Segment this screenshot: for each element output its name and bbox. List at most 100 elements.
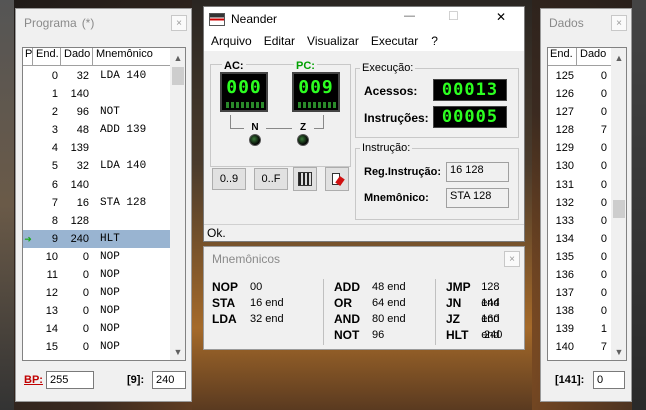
- table-row[interactable]: 4 139: [23, 139, 170, 157]
- row-dado: 0: [600, 250, 607, 263]
- calculator-icon[interactable]: [293, 167, 317, 191]
- table-row[interactable]: 6 140: [23, 176, 170, 194]
- menu-visualizar[interactable]: Visualizar: [307, 34, 359, 48]
- table-row[interactable]: 3 48 ADD 139: [23, 121, 170, 139]
- pc-label: PC:: [294, 60, 317, 72]
- header-end[interactable]: End.: [33, 48, 61, 65]
- menu-help[interactable]: ?: [431, 34, 438, 48]
- dados-scroll-thumb[interactable]: [613, 200, 625, 218]
- table-row[interactable]: 2 96 NOT: [23, 103, 170, 121]
- dados-scrollbar[interactable]: ▲ ▼: [611, 48, 626, 360]
- table-row[interactable]: 0 32 LDA 140: [23, 67, 170, 85]
- z-flag: Z: [292, 121, 314, 147]
- mnemonic-op: JMP: [446, 280, 471, 294]
- row-dado: 139: [70, 142, 89, 155]
- clear-icon[interactable]: [325, 167, 349, 191]
- menu-arquivo[interactable]: Arquivo: [211, 34, 252, 48]
- row-end: 0: [51, 70, 58, 82]
- row-dado: 0: [82, 250, 89, 263]
- scroll-up-icon[interactable]: ▲: [170, 50, 185, 66]
- table-row[interactable]: 7 16 STA 128: [23, 194, 170, 212]
- row-dado: 48: [76, 124, 89, 137]
- row-dado: 0: [82, 287, 89, 300]
- table-row[interactable]: 15 0 NOP: [23, 338, 170, 356]
- programa-window: Programa (*) × P End. Dado Mnemônico 0 32…: [15, 8, 192, 402]
- table-row[interactable]: 5 32 LDA 140: [23, 157, 170, 175]
- mnemonicos-close-button[interactable]: ×: [504, 251, 520, 267]
- table-row[interactable]: 139 1: [548, 320, 611, 338]
- table-row[interactable]: 12 0 NOP: [23, 284, 170, 302]
- z-flag-led-icon: [297, 134, 309, 146]
- table-row[interactable]: 133 0: [548, 212, 611, 230]
- programa-scrollbar[interactable]: ▲ ▼: [170, 48, 185, 360]
- table-row[interactable]: 127 0: [548, 103, 611, 121]
- dados-close-button[interactable]: ×: [611, 15, 627, 31]
- table-row[interactable]: 8 128: [23, 212, 170, 230]
- dados-header-dado[interactable]: Dado: [577, 48, 611, 65]
- table-row[interactable]: 136 0: [548, 266, 611, 284]
- scroll-down-icon[interactable]: ▼: [611, 344, 626, 360]
- dados-header-end[interactable]: End.: [548, 48, 577, 65]
- mnemonicos-titlebar[interactable]: Mnemônicos ×: [204, 247, 524, 271]
- table-row[interactable]: 131 0: [548, 176, 611, 194]
- table-row[interactable]: 1 140: [23, 85, 170, 103]
- row-end: 6: [51, 178, 58, 191]
- row-end: 5: [51, 160, 58, 173]
- scroll-down-icon[interactable]: ▼: [170, 344, 185, 360]
- table-row[interactable]: 11 0 NOP: [23, 266, 170, 284]
- header-mnemonico[interactable]: Mnemônico: [93, 48, 170, 65]
- programa-scroll-thumb[interactable]: [172, 67, 184, 85]
- reg-instrucao-field[interactable]: 16 128: [446, 162, 509, 182]
- hex-button[interactable]: 0..F: [254, 168, 288, 190]
- decimal-button[interactable]: 0..9: [212, 168, 246, 190]
- mnemonico-field[interactable]: STA 128: [446, 188, 509, 208]
- table-row[interactable]: 140 7: [548, 338, 611, 356]
- table-row[interactable]: 132 0: [548, 194, 611, 212]
- maximize-icon[interactable]: ☐: [448, 9, 459, 23]
- table-row[interactable]: 130 0: [548, 157, 611, 175]
- pointer-cell: [23, 176, 33, 194]
- dados-titlebar[interactable]: Dados ×: [541, 9, 631, 37]
- scroll-up-icon[interactable]: ▲: [611, 50, 626, 66]
- minimize-icon[interactable]: —: [404, 10, 415, 22]
- row-dado: 0: [82, 269, 89, 282]
- mnemonico-label: Mnemônico:: [364, 192, 429, 204]
- row-mnemonico: NOP: [100, 269, 120, 282]
- close-icon[interactable]: ✕: [496, 10, 506, 24]
- menu-editar[interactable]: Editar: [264, 34, 295, 48]
- mnemonic-entry: NOP 00: [212, 279, 323, 295]
- mnemonic-code: 16 end: [250, 297, 284, 309]
- table-row[interactable]: 14 0 NOP: [23, 320, 170, 338]
- row-mnemonico: NOP: [100, 250, 120, 263]
- table-row[interactable]: 125 0: [548, 67, 611, 85]
- bp-field[interactable]: [46, 371, 94, 389]
- row-mnemonico: NOP: [100, 323, 120, 336]
- table-row[interactable]: 10 0 NOP: [23, 248, 170, 266]
- dados-position-field[interactable]: [593, 371, 625, 389]
- header-p[interactable]: P: [23, 48, 33, 65]
- mnemonic-code: 128 end: [481, 281, 500, 309]
- row-end: 7: [51, 196, 58, 209]
- table-row[interactable]: 134 0: [548, 230, 611, 248]
- programa-close-button[interactable]: ×: [171, 15, 187, 31]
- header-dado[interactable]: Dado: [61, 48, 93, 65]
- table-row[interactable]: 135 0: [548, 248, 611, 266]
- table-row[interactable]: 13 0 NOP: [23, 302, 170, 320]
- position-field[interactable]: [152, 371, 186, 389]
- row-mnemonico: [93, 176, 170, 194]
- table-row[interactable]: 129 0: [548, 139, 611, 157]
- pointer-cell: [23, 302, 33, 320]
- table-row[interactable]: 137 0: [548, 284, 611, 302]
- pointer-cell: [23, 85, 33, 103]
- programa-titlebar[interactable]: Programa (*) ×: [16, 9, 191, 37]
- table-row[interactable]: 138 0: [548, 302, 611, 320]
- neander-titlebar[interactable]: Neander — ☐ ✕: [204, 7, 524, 31]
- row-end: 1: [51, 88, 58, 101]
- status-text: Ok.: [207, 226, 226, 240]
- table-row[interactable]: ➜ 9 240 HLT: [23, 229, 170, 248]
- table-row[interactable]: 126 0: [548, 85, 611, 103]
- menu-bar: Arquivo Editar Visualizar Executar ?: [204, 31, 524, 51]
- table-row[interactable]: 128 7: [548, 121, 611, 139]
- row-dado: 1: [600, 323, 607, 336]
- menu-executar[interactable]: Executar: [371, 34, 418, 48]
